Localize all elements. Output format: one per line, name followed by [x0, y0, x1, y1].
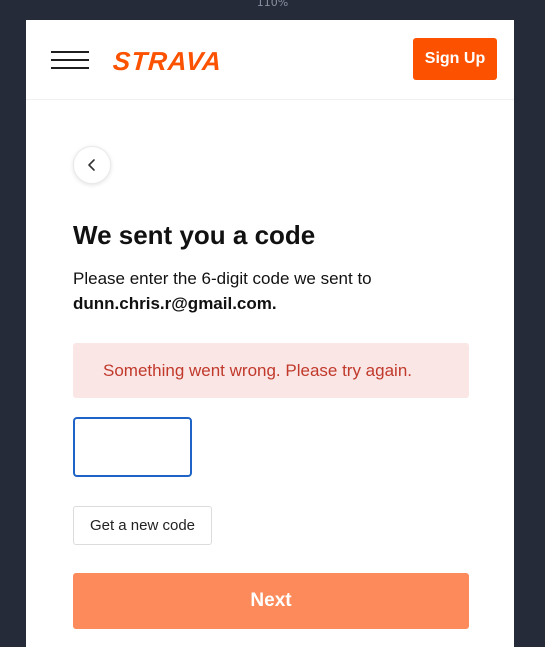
chevron-left-icon [88, 159, 95, 171]
signup-panel: STRAVA Sign Up We sent you a code Please… [26, 20, 514, 647]
email-address: dunn.chris.r@gmail.com. [73, 294, 277, 313]
next-button[interactable]: Next [73, 573, 469, 629]
get-new-code-button[interactable]: Get a new code [73, 506, 212, 545]
instructions-label: Please enter the 6-digit code we sent to [73, 269, 372, 288]
page-title: We sent you a code [73, 220, 316, 250]
back-button[interactable] [73, 146, 111, 184]
hamburger-icon[interactable] [51, 51, 89, 69]
error-alert: Something went wrong. Please try again. [73, 343, 469, 398]
sign-up-button[interactable]: Sign Up [413, 38, 497, 80]
error-message: Something went wrong. Please try again. [103, 360, 413, 380]
instructions-text: Please enter the 6-digit code we sent to… [73, 266, 433, 316]
top-nav: STRAVA Sign Up [26, 20, 514, 100]
strava-logo[interactable]: STRAVA [112, 46, 223, 77]
verification-code-input[interactable] [73, 417, 192, 477]
zoom-indicator: 110% [256, 0, 289, 9]
